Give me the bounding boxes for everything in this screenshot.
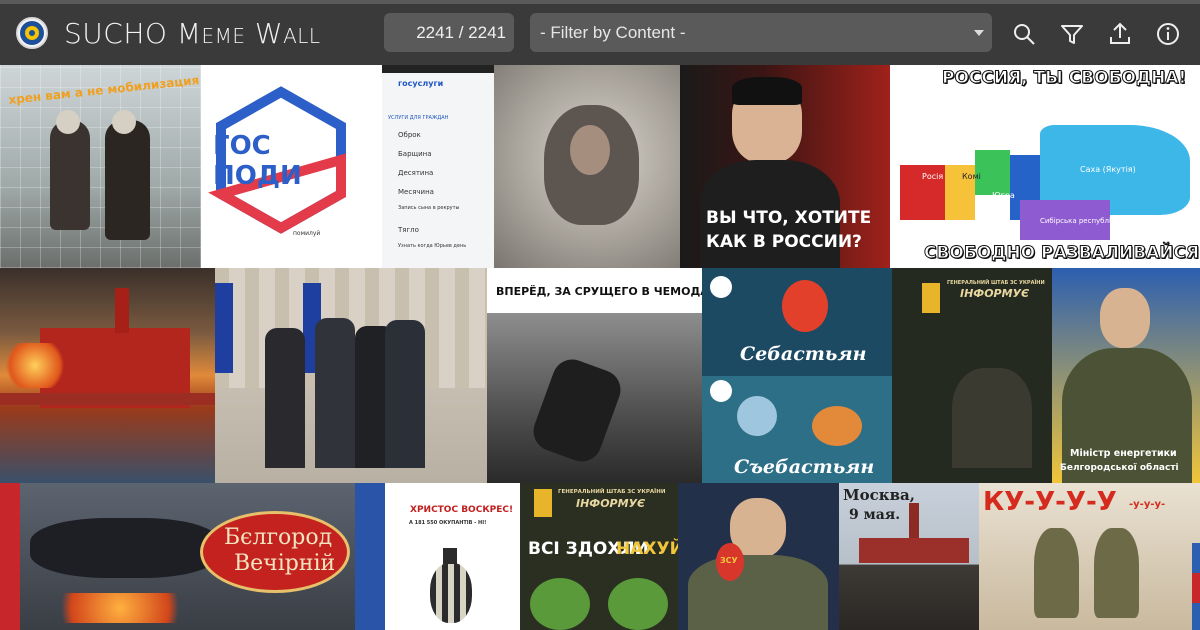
list-item: Барщина xyxy=(398,150,432,158)
meme-caption: ЗСУ xyxy=(720,556,738,565)
meme-caption: Бєлгород xyxy=(224,525,333,550)
meme-tile[interactable]: Себастьян xyxy=(702,268,892,376)
meme-caption: НАХУЙ xyxy=(616,539,678,559)
meme-caption: Себастьян xyxy=(740,343,867,365)
top-bar: SUCHO Meme Wall 2241 / 2241 - Filter by … xyxy=(0,0,1200,65)
map-label: Сибірська республіка xyxy=(1040,217,1120,225)
list-item: Месячина xyxy=(398,188,434,196)
filter-button[interactable] xyxy=(1059,21,1085,47)
meme-tile[interactable]: ХРИСТОС ВОСКРЕС! А 181 550 ОКУПАНТІВ - Н… xyxy=(385,483,520,630)
list-item: Десятина xyxy=(398,169,434,177)
meme-caption: ГЕНЕРАЛЬНИЙ ШТАБ ЗС УКРАЇНИ xyxy=(558,489,666,495)
meme-caption: 9 мая. xyxy=(849,507,901,523)
filter-placeholder: - Filter by Content - xyxy=(540,23,686,42)
meme-tile[interactable]: ЗСУ xyxy=(678,483,839,630)
meme-caption: ВПЕРЁД, ЗА СРУЩЕГО В ЧЕМОДАН! xyxy=(496,285,702,298)
meme-tile[interactable]: хрен вам а не мобилизация xyxy=(0,65,201,268)
meme-tile[interactable]: госуслуги УСЛУГИ ДЛЯ ГРАЖДАН Оброк Барщи… xyxy=(382,65,494,268)
meme-tile[interactable]: Москва, 9 мая. xyxy=(839,483,979,630)
meme-caption: СВОБОДНО РАЗВАЛИВАЙСЯ! xyxy=(924,243,1200,264)
map-label: Росія xyxy=(922,172,944,181)
meme-caption: Вечірній xyxy=(234,551,336,576)
image-counter[interactable]: 2241 / 2241 xyxy=(384,13,514,52)
chevron-down-icon xyxy=(974,30,984,36)
upload-icon xyxy=(1110,22,1130,44)
search-button[interactable] xyxy=(1011,21,1037,47)
meme-caption: КУ-У-У-У xyxy=(983,487,1117,517)
info-icon xyxy=(1157,23,1179,45)
meme-caption: Белгородської області xyxy=(1060,463,1179,473)
app-title-wall: Wall xyxy=(254,17,321,50)
meme-caption: Москва, xyxy=(843,486,915,504)
meme-caption: -у-у-у- xyxy=(1129,499,1166,510)
meme-tile[interactable] xyxy=(0,268,215,483)
sucho-logo[interactable] xyxy=(16,17,48,49)
search-icon xyxy=(1014,24,1035,45)
meme-tile[interactable]: ВЫ ЧТО, ХОТИТЕ КАК В РОССИИ? xyxy=(680,65,890,268)
content-filter-select[interactable]: - Filter by Content - xyxy=(530,13,992,52)
app-title-meme: Meme xyxy=(176,17,246,50)
app-title-prefix: SUCHO xyxy=(64,17,177,50)
meme-caption: ХРИСТОС ВОСКРЕС! xyxy=(410,505,514,515)
list-item: Тягло xyxy=(398,226,419,234)
meme-caption: Міністр енергетики xyxy=(1070,448,1177,459)
upload-button[interactable] xyxy=(1107,21,1133,47)
meme-caption: ПОДИ xyxy=(213,161,302,191)
sucho-logo-icon xyxy=(20,21,44,45)
meme-caption: помилуй xyxy=(293,230,321,237)
map-label: Комі xyxy=(962,172,981,181)
meme-caption: А 181 550 ОКУПАНТІВ - НІ! xyxy=(409,520,487,526)
info-button[interactable] xyxy=(1155,21,1181,47)
meme-caption: Съебастьян xyxy=(734,456,875,478)
meme-caption: ГОС xyxy=(213,131,271,161)
meme-caption: ГЕНЕРАЛЬНИЙ ШТАБ ЗС УКРАЇНИ xyxy=(947,280,1045,286)
list-item: Запись сына в рекруты xyxy=(398,205,460,211)
meme-tile[interactable]: Міністр енергетики Белгородської області xyxy=(1052,268,1200,483)
list-item: Узнать когда Юрьев день xyxy=(398,243,467,249)
map-label: Саха (Якутія) xyxy=(1080,165,1136,174)
meme-tile[interactable]: ГОС ПОДИ помилуй xyxy=(201,65,382,268)
meme-caption: КАК В РОССИИ? xyxy=(706,232,862,252)
meme-caption: ІНФОРМУЄ xyxy=(576,497,646,510)
meme-tile[interactable]: ГЕНЕРАЛЬНИЙ ШТАБ ЗС УКРАЇНИ ІНФОРМУЄ xyxy=(892,268,1052,483)
list-item: Оброк xyxy=(398,131,421,139)
meme-caption: ВЫ ЧТО, ХОТИТЕ xyxy=(706,208,872,228)
app-title: SUCHO Meme Wall xyxy=(64,17,321,51)
map-label: Югра xyxy=(992,191,1015,200)
filter-icon xyxy=(1061,25,1083,44)
meme-caption: госуслуги xyxy=(398,79,444,88)
meme-grid: хрен вам а не мобилизация ГОС ПОДИ помил… xyxy=(0,65,1200,630)
meme-tile[interactable]: КУ-У-У-У -у-у-у- xyxy=(979,483,1200,630)
meme-tile[interactable]: РОССИЯ, ТЫ СВОБОДНА! Саха (Якутія) Росія… xyxy=(890,65,1200,268)
meme-caption: РОССИЯ, ТЫ СВОБОДНА! xyxy=(941,68,1187,89)
meme-caption: УСЛУГИ ДЛЯ ГРАЖДАН xyxy=(388,115,449,121)
meme-tile[interactable] xyxy=(494,65,680,268)
meme-tile[interactable]: ГЕНЕРАЛЬНИЙ ШТАБ ЗС УКРАЇНИ ІНФОРМУЄ ВСІ… xyxy=(520,483,678,630)
meme-tile[interactable]: ВПЕРЁД, ЗА СРУЩЕГО В ЧЕМОДАН! xyxy=(487,268,702,483)
meme-caption: ІНФОРМУЄ xyxy=(960,287,1030,300)
meme-tile[interactable]: Съебастьян xyxy=(702,376,892,483)
meme-tile[interactable] xyxy=(215,268,487,483)
meme-tile[interactable]: Бєлгород Вечірній xyxy=(0,483,385,630)
